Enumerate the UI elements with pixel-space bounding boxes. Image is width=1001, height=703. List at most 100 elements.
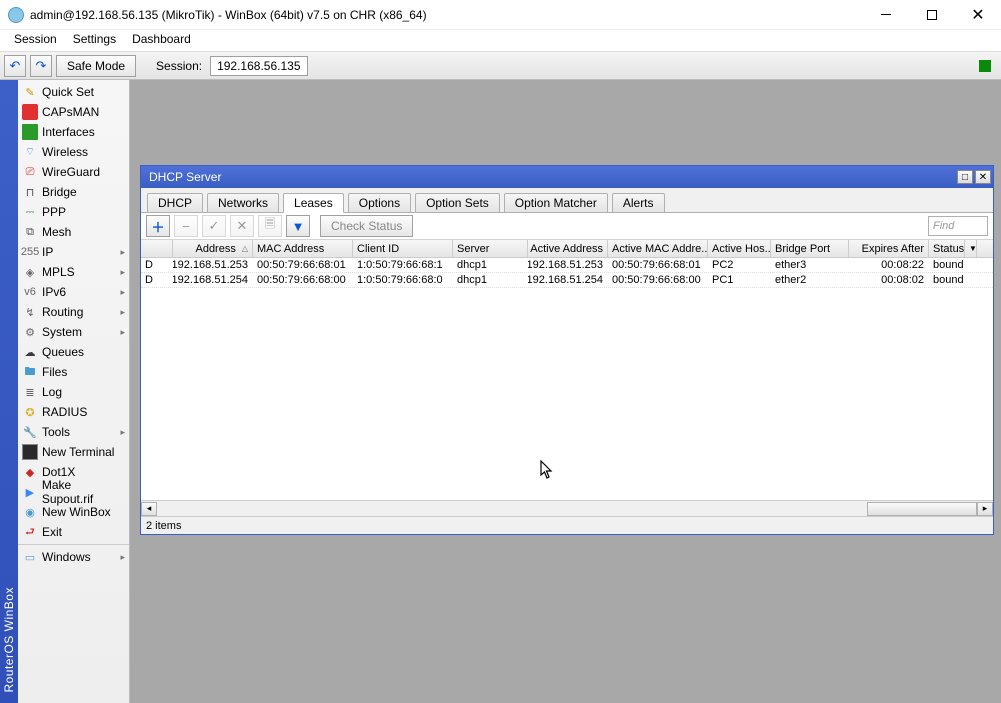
th-status[interactable]: Status [929,240,965,257]
windows-icon: ▭ [22,549,38,565]
sidebar-item-label: Windows [42,550,91,564]
sidebar-item-log[interactable]: ≣Log [18,382,129,402]
undo-icon: ↶ [10,58,21,74]
tab-options[interactable]: Options [348,193,411,213]
minimize-icon [881,14,891,15]
sidebar-item-windows[interactable]: ▭Windows▸ [18,547,129,567]
th-address[interactable]: Address△ [173,240,253,257]
cell: 192.168.51.253 [173,258,253,272]
sidebar-item-ip[interactable]: 255IP▸ [18,242,129,262]
table-row[interactable]: D192.168.51.25400:50:79:66:68:001:0:50:7… [141,273,993,288]
maximize-button[interactable] [909,0,955,30]
tab-leases[interactable]: Leases [283,193,344,213]
sidebar-item-label: Exit [42,525,62,539]
menu-dashboard[interactable]: Dashboard [124,30,199,51]
th-active-address[interactable]: Active Address [528,240,608,257]
cell: bound [929,273,965,287]
sidebar-item-files[interactable]: 🖿Files [18,362,129,382]
chevron-right-icon: ▸ [120,327,125,338]
x-icon: ✕ [237,218,248,234]
window-close-button[interactable]: ✕ [975,170,991,184]
sidebar-item-queues[interactable]: ☁Queues [18,342,129,362]
menu-session[interactable]: Session [6,30,65,51]
sidebar-item-ipv6[interactable]: v6IPv6▸ [18,282,129,302]
sidebar-item-wireless[interactable]: ⌔Wireless [18,142,129,162]
undo-button[interactable]: ↶ [4,55,26,77]
table-row[interactable]: D192.168.51.25300:50:79:66:68:011:0:50:7… [141,258,993,273]
disable-button[interactable]: ✕ [230,215,254,237]
enable-button[interactable]: ✓ [202,215,226,237]
sidebar-item-new-terminal[interactable]: New Terminal [18,442,129,462]
tab-alerts[interactable]: Alerts [612,193,665,213]
th-active-mac[interactable]: Active MAC Addre... [608,240,708,257]
ip-icon: 255 [22,244,38,260]
filter-button[interactable]: ▼ [286,215,310,237]
sidebar-item-tools[interactable]: 🔧Tools▸ [18,422,129,442]
window-maximize-button[interactable]: □ [957,170,973,184]
window-title: admin@192.168.56.135 (MikroTik) - WinBox… [30,8,863,22]
sidebar-item-mesh[interactable]: ⧉Mesh [18,222,129,242]
close-button[interactable]: ✕ [955,0,1001,30]
cell: 1:0:50:79:66:68:0 [353,273,453,287]
comment-button[interactable]: 🗏 [258,215,282,237]
scroll-left-button[interactable]: ◂ [141,502,157,516]
sidebar-item-interfaces[interactable]: Interfaces [18,122,129,142]
cell: 00:50:79:66:68:00 [608,273,708,287]
menubar: Session Settings Dashboard [0,30,1001,52]
wireguard-icon: ⎚ [22,164,38,180]
safe-mode-button[interactable]: Safe Mode [56,55,136,77]
th-active-host[interactable]: Active Hos... [708,240,771,257]
sidebar-item-label: Mesh [42,225,71,239]
add-button[interactable]: ＋ [146,215,170,237]
sidebar-item-wireguard[interactable]: ⎚WireGuard [18,162,129,182]
sort-asc-icon: △ [242,244,248,253]
exit-icon: ⮐ [22,524,38,540]
sidebar-item-label: Dot1X [42,465,75,479]
sidebar-item-make-supout-rif[interactable]: ▶Make Supout.rif [18,482,129,502]
sidebar-item-capsman[interactable]: CAPsMAN [18,102,129,122]
th-dropdown[interactable]: ▼ [965,240,977,257]
tab-option-sets[interactable]: Option Sets [415,193,500,213]
scroll-thumb[interactable] [867,502,977,516]
window-toolbar: ＋ − ✓ ✕ 🗏 ▼ Check Status Find [141,212,993,240]
session-value: 192.168.56.135 [210,56,307,76]
redo-button[interactable]: ↷ [30,55,52,77]
th-bridge-port[interactable]: Bridge Port [771,240,849,257]
window-header[interactable]: DHCP Server □ ✕ [141,166,993,188]
sidebar-item-quick-set[interactable]: ✎Quick Set [18,82,129,102]
tools-icon: 🔧 [22,424,38,440]
remove-button[interactable]: − [174,215,198,237]
th-expires[interactable]: Expires After [849,240,929,257]
scroll-right-button[interactable]: ▸ [977,502,993,516]
minimize-button[interactable] [863,0,909,30]
sidebar-item-label: Interfaces [42,125,95,139]
check-status-button[interactable]: Check Status [320,215,413,237]
sidebar-item-bridge[interactable]: ⊓Bridge [18,182,129,202]
tab-option-matcher[interactable]: Option Matcher [504,193,608,213]
sidebar-item-system[interactable]: ⚙System▸ [18,322,129,342]
sidebar-item-ppp[interactable]: ⎓PPP [18,202,129,222]
tab-networks[interactable]: Networks [207,193,279,213]
cell: PC1 [708,273,771,287]
sidebar-item-new-winbox[interactable]: ◉New WinBox [18,502,129,522]
sidebar-item-routing[interactable]: ↯Routing▸ [18,302,129,322]
menu-settings[interactable]: Settings [65,30,124,51]
sidebar-item-radius[interactable]: ✪RADIUS [18,402,129,422]
sidebar-item-label: Queues [42,345,84,359]
window-title: DHCP Server [149,170,955,184]
th-mac[interactable]: MAC Address [253,240,353,257]
maximize-icon: □ [962,172,968,183]
tab-dhcp[interactable]: DHCP [147,193,203,213]
th-flag[interactable] [141,240,173,257]
work-area: RouterOS WinBox ✎Quick SetCAPsMANInterfa… [0,80,1001,703]
th-server[interactable]: Server [453,240,528,257]
funnel-icon: ▼ [292,219,305,234]
find-input[interactable]: Find [928,216,988,236]
th-client-id[interactable]: Client ID [353,240,453,257]
sidebar-item-exit[interactable]: ⮐ Exit [18,522,129,542]
cell: 192.168.51.253 [528,258,608,272]
horizontal-scrollbar[interactable]: ◂ ▸ [141,500,993,516]
chevron-right-icon: ▸ [120,307,125,318]
routing-icon: ↯ [22,304,38,320]
sidebar-item-mpls[interactable]: ◈MPLS▸ [18,262,129,282]
